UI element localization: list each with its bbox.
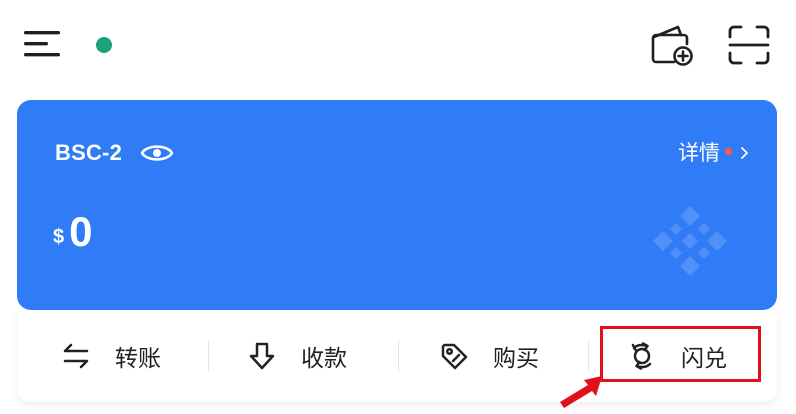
details-label: 详情 [678, 141, 720, 165]
currency-symbol: $ [53, 226, 65, 248]
hamburger-menu-icon[interactable] [22, 28, 64, 60]
balance-amount: 0 [69, 208, 93, 255]
receive-download-icon [247, 341, 277, 371]
highlight-box [600, 326, 761, 382]
wallet-balance-card[interactable]: BSC-2 详情 $ 0 [17, 100, 777, 310]
buy-label: 购买 [493, 346, 539, 372]
bnb-chain-icon [649, 200, 731, 282]
receive-button[interactable]: 收款 [247, 330, 347, 382]
transfer-button[interactable]: 转账 [61, 330, 161, 382]
action-divider [398, 340, 399, 372]
details-link[interactable]: 详情 [678, 138, 749, 166]
top-bar [0, 0, 796, 96]
receive-label: 收款 [301, 346, 347, 372]
notification-dot [725, 147, 732, 155]
action-divider [208, 340, 209, 372]
pointer-arrow-icon [552, 372, 608, 410]
network-status-dot [96, 37, 112, 53]
wallet-name: BSC-2 [55, 140, 123, 165]
wallet-name-row: BSC-2 [55, 138, 174, 168]
eye-visibility-icon[interactable] [140, 142, 174, 164]
balance-display: $ 0 [53, 208, 92, 256]
transfer-arrows-icon [61, 341, 91, 371]
transfer-label: 转账 [115, 346, 161, 372]
buy-button[interactable]: 购买 [439, 330, 539, 382]
price-tag-icon [439, 341, 469, 371]
wallet-add-icon[interactable] [648, 22, 696, 68]
scan-icon[interactable] [727, 24, 771, 66]
action-divider [588, 340, 589, 372]
chevron-right-icon [740, 145, 749, 159]
